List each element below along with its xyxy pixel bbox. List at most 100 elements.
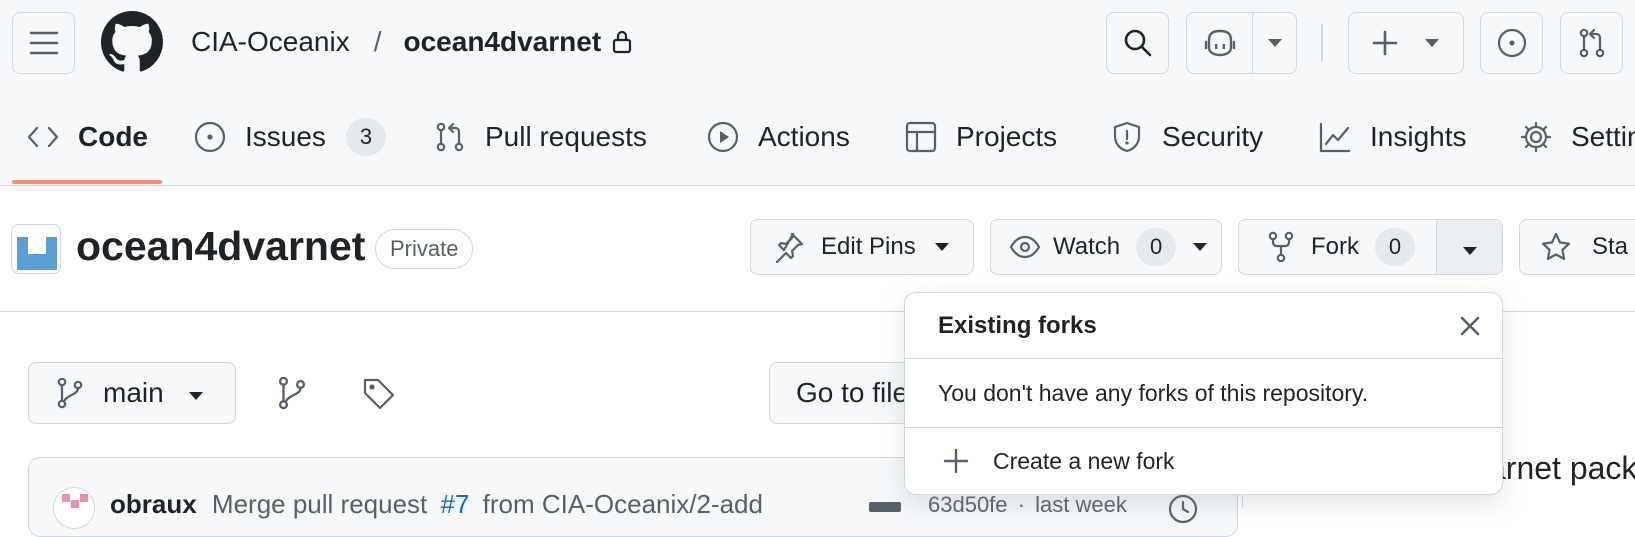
commit-line: obraux Merge pull request #7 from CIA-Oc… [110, 489, 763, 520]
caret-down-icon [1193, 243, 1208, 251]
no-forks-message: You don't have any forks of this reposit… [938, 379, 1369, 406]
pin-icon [775, 232, 804, 263]
star-button[interactable]: Sta [1519, 219, 1635, 275]
breadcrumb-owner[interactable]: CIA-Oceanix [191, 26, 350, 58]
caret-down-icon [1267, 39, 1282, 47]
hamburger-icon [29, 31, 58, 55]
visibility-badge: Private [375, 229, 474, 269]
close-icon [1460, 316, 1480, 336]
tab-actions-label: Actions [758, 121, 850, 152]
tab-code-underline [12, 180, 162, 184]
commit-message-prefix[interactable]: Merge pull request [212, 489, 427, 519]
shield-icon [1113, 121, 1141, 153]
issue-icon [1497, 28, 1526, 58]
tab-insights-label: Insights [1370, 121, 1467, 152]
commit-sha[interactable]: 63d50fe [928, 492, 1008, 517]
commit-pr-link[interactable]: #7 [441, 489, 470, 519]
lock-icon [613, 30, 632, 54]
fork-label: Fork [1311, 233, 1359, 260]
watch-button[interactable]: Watch 0 [990, 219, 1222, 275]
edit-pins-label: Edit Pins [821, 233, 916, 260]
popover-body: You don't have any forks of this reposit… [905, 359, 1502, 428]
edit-pins-button[interactable]: Edit Pins [750, 219, 974, 275]
repo-avatar-icon [17, 237, 57, 270]
history-icon[interactable] [1166, 492, 1200, 526]
fork-dropdown-toggle[interactable] [1437, 220, 1502, 274]
branches-link[interactable] [278, 376, 312, 410]
git-branch-icon [57, 377, 83, 409]
copilot-dropdown[interactable] [1253, 38, 1296, 48]
popover-close-button[interactable] [1454, 310, 1486, 342]
breadcrumb: CIA-Oceanix / ocean4dvarnet [191, 22, 633, 62]
create-fork-item[interactable]: Create a new fork [905, 428, 1502, 494]
top-header: CIA-Oceanix / ocean4dvarnet Code Issues … [0, 0, 1635, 186]
search-icon [1124, 29, 1151, 57]
tab-issues-label: Issues [245, 121, 326, 152]
repo-name[interactable]: ocean4dvarnet [76, 220, 365, 272]
star-icon [1541, 232, 1571, 260]
github-logo[interactable] [101, 11, 163, 73]
eye-icon [1009, 235, 1041, 259]
tab-settings-label: Settin [1571, 121, 1635, 152]
caret-down-icon [934, 243, 949, 251]
breadcrumb-separator: / [373, 26, 382, 57]
tab-actions[interactable]: Actions [706, 112, 850, 162]
commit-time: last week [1035, 492, 1127, 517]
fork-button[interactable]: Fork 0 [1238, 219, 1503, 275]
popover-title: Existing forks [938, 311, 1097, 339]
tab-code[interactable]: Code [26, 112, 148, 162]
tab-pull-requests[interactable]: Pull requests [433, 112, 647, 162]
gear-icon [1520, 121, 1552, 153]
tab-insights[interactable]: Insights [1318, 112, 1467, 162]
issue-icon [194, 121, 226, 153]
watch-label: Watch [1053, 233, 1121, 260]
pull-requests-button[interactable] [1560, 12, 1623, 74]
git-branch-icon [278, 376, 306, 410]
copilot-button[interactable] [1186, 12, 1297, 74]
tab-projects-label: Projects [956, 121, 1058, 152]
table-icon [905, 121, 937, 153]
watch-counter: 0 [1136, 228, 1177, 266]
breadcrumb-repo[interactable]: ocean4dvarnet [404, 26, 602, 58]
play-icon [707, 121, 739, 153]
issues-counter: 3 [345, 118, 386, 156]
repo-forked-icon [1268, 231, 1294, 263]
tab-issues[interactable]: Issues 3 [193, 112, 386, 162]
caret-down-icon [188, 392, 203, 400]
plus-icon [943, 448, 969, 474]
commit-status-icon [869, 502, 901, 512]
about-description: arnet pack [1488, 450, 1635, 486]
author-avatar[interactable] [53, 487, 95, 529]
tag-icon [363, 378, 395, 410]
tab-security-label: Security [1162, 121, 1264, 152]
tab-projects[interactable]: Projects [904, 112, 1057, 162]
copilot-icon [1204, 29, 1235, 57]
commit-meta: 63d50fe · last week [928, 492, 1127, 517]
branch-selector[interactable]: main [28, 362, 236, 424]
issues-button[interactable] [1480, 12, 1543, 74]
caret-down-icon [1462, 247, 1477, 255]
fork-counter: 0 [1375, 228, 1415, 266]
create-fork-label: Create a new fork [993, 447, 1175, 474]
commit-message-suffix[interactable]: from CIA-Oceanix/2-add [483, 489, 763, 519]
tab-security[interactable]: Security [1110, 112, 1263, 162]
existing-forks-popover: Existing forks You don't have any forks … [904, 292, 1503, 495]
popover-header: Existing forks [905, 293, 1502, 359]
star-label: Sta [1592, 233, 1629, 260]
search-button[interactable] [1106, 12, 1169, 74]
plus-icon [1372, 30, 1398, 56]
commit-author[interactable]: obraux [110, 489, 197, 519]
tab-pull-requests-label: Pull requests [485, 121, 647, 152]
code-icon [27, 126, 59, 148]
tags-link[interactable] [361, 376, 397, 412]
tab-code-label: Code [78, 121, 148, 152]
branch-name: main [103, 377, 164, 408]
menu-button[interactable] [12, 12, 75, 74]
tab-settings[interactable]: Settin [1519, 112, 1635, 162]
caret-down-icon [1425, 39, 1439, 47]
go-to-file-label: Go to file [796, 377, 909, 408]
github-octocat-icon [101, 11, 163, 72]
graph-icon [1319, 122, 1351, 153]
create-new-button[interactable] [1348, 12, 1464, 74]
repo-avatar [11, 224, 61, 274]
